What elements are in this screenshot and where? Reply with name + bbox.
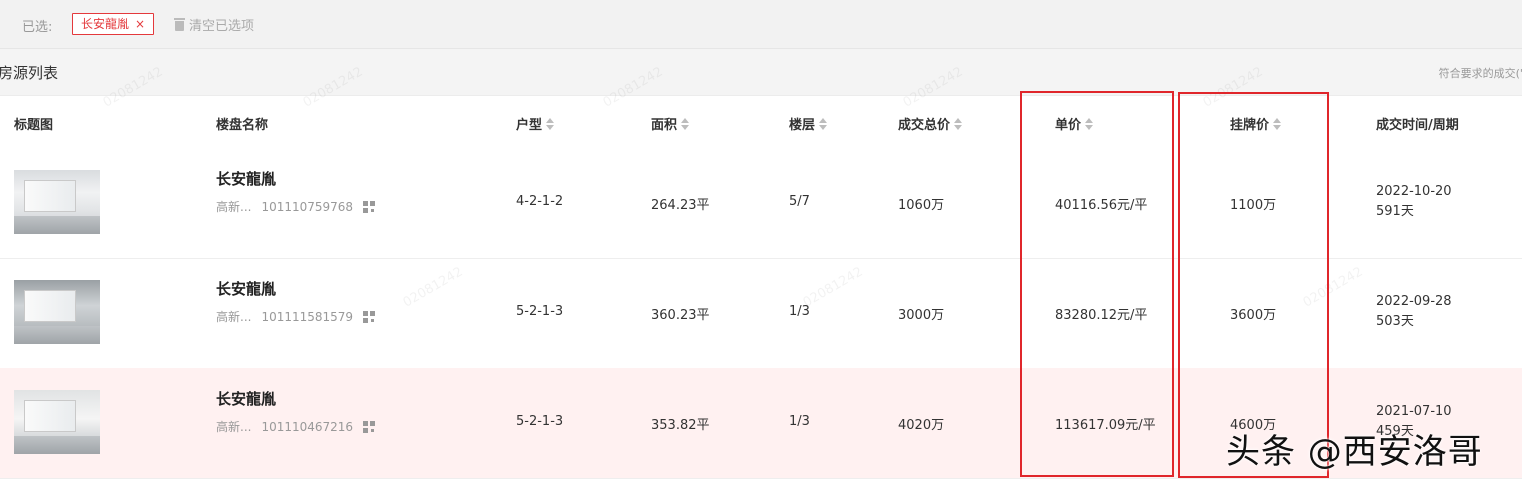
qr-code-icon[interactable] — [363, 310, 376, 323]
deal-time-cell: 2022-10-20 591天 — [1376, 182, 1452, 222]
listing-thumbnail[interactable] — [14, 280, 100, 344]
estate-meta: 高新... 101111581579 — [216, 308, 376, 325]
deal-period: 503天 — [1376, 314, 1414, 329]
listing-code: 101111581579 — [261, 309, 354, 324]
filter-bar: 已选: 长安龍胤 × 清空已选项 — [0, 0, 1522, 49]
district: 高新... — [216, 310, 252, 324]
area-cell: 264.23平 — [651, 198, 710, 213]
listing-thumbnail[interactable] — [14, 390, 100, 454]
close-icon[interactable]: × — [135, 13, 145, 35]
floor-cell: 1/3 — [789, 304, 810, 319]
result-note: 符合要求的成交("' — [1438, 67, 1522, 80]
col-floor[interactable]: 楼层 — [789, 114, 828, 133]
layout-cell: 5-2-1-3 — [516, 414, 564, 429]
floor-cell: 1/3 — [789, 414, 810, 429]
layout-cell: 4-2-1-2 — [516, 194, 564, 209]
deal-date: 2022-09-28 — [1376, 294, 1452, 309]
brand-watermark: 头条 @西安洛哥 — [1226, 432, 1483, 472]
sort-icon[interactable] — [954, 117, 963, 130]
floor-cell: 5/7 — [789, 194, 810, 209]
col-deal-time: 成交时间/周期 — [1376, 114, 1459, 133]
total-price-cell: 4020万 — [898, 418, 945, 433]
area-cell: 353.82平 — [651, 418, 710, 433]
listing-code: 101110759768 — [261, 199, 354, 214]
listing-thumbnail[interactable] — [14, 170, 100, 234]
deal-date: 2022-10-20 — [1376, 184, 1452, 199]
col-label: 标题图 — [14, 118, 54, 133]
district: 高新... — [216, 420, 252, 434]
deal-period: 591天 — [1376, 204, 1414, 219]
annotation-box-listing-price — [1178, 92, 1329, 478]
col-estate: 楼盘名称 — [216, 114, 268, 133]
selected-chip[interactable]: 长安龍胤 × — [72, 13, 155, 35]
sort-icon[interactable] — [819, 117, 828, 130]
sort-icon[interactable] — [681, 117, 690, 130]
col-total-price[interactable]: 成交总价 — [898, 114, 963, 133]
col-area[interactable]: 面积 — [651, 114, 690, 133]
area-cell: 360.23平 — [651, 308, 710, 323]
selected-label: 已选: — [22, 20, 53, 35]
selected-chip-label: 长安龍胤 — [81, 17, 130, 31]
col-label: 楼层 — [789, 118, 816, 133]
estate-meta: 高新... 101110759768 — [216, 198, 376, 215]
total-price-cell: 3000万 — [898, 308, 945, 323]
deal-time-cell: 2022-09-28 503天 — [1376, 292, 1452, 332]
estate-name[interactable]: 长安龍胤 — [216, 168, 276, 189]
qr-code-icon[interactable] — [363, 200, 376, 213]
listing-code: 101110467216 — [261, 419, 354, 434]
sort-icon[interactable] — [546, 117, 555, 130]
col-label: 面积 — [651, 118, 678, 133]
section-title: 房源列表 — [0, 64, 59, 82]
col-layout[interactable]: 户型 — [516, 114, 555, 133]
district: 高新... — [216, 200, 252, 214]
layout-cell: 5-2-1-3 — [516, 304, 564, 319]
estate-name[interactable]: 长安龍胤 — [216, 278, 276, 299]
col-label: 户型 — [516, 118, 543, 133]
qr-code-icon[interactable] — [363, 420, 376, 433]
deal-date: 2021-07-10 — [1376, 404, 1452, 419]
clear-selection-label: 清空已选项 — [189, 19, 255, 34]
total-price-cell: 1060万 — [898, 198, 945, 213]
trash-icon — [174, 18, 185, 31]
clear-selection-button[interactable]: 清空已选项 — [174, 15, 254, 34]
annotation-box-unit-price — [1020, 91, 1174, 477]
estate-meta: 高新... 101110467216 — [216, 418, 376, 435]
estate-name[interactable]: 长安龍胤 — [216, 388, 276, 409]
col-label: 成交总价 — [898, 118, 951, 133]
col-label: 楼盘名称 — [216, 118, 269, 133]
col-label: 成交时间/周期 — [1376, 118, 1459, 133]
section-header: 房源列表 符合要求的成交("' — [0, 49, 1522, 96]
col-thumbnail: 标题图 — [14, 114, 53, 133]
